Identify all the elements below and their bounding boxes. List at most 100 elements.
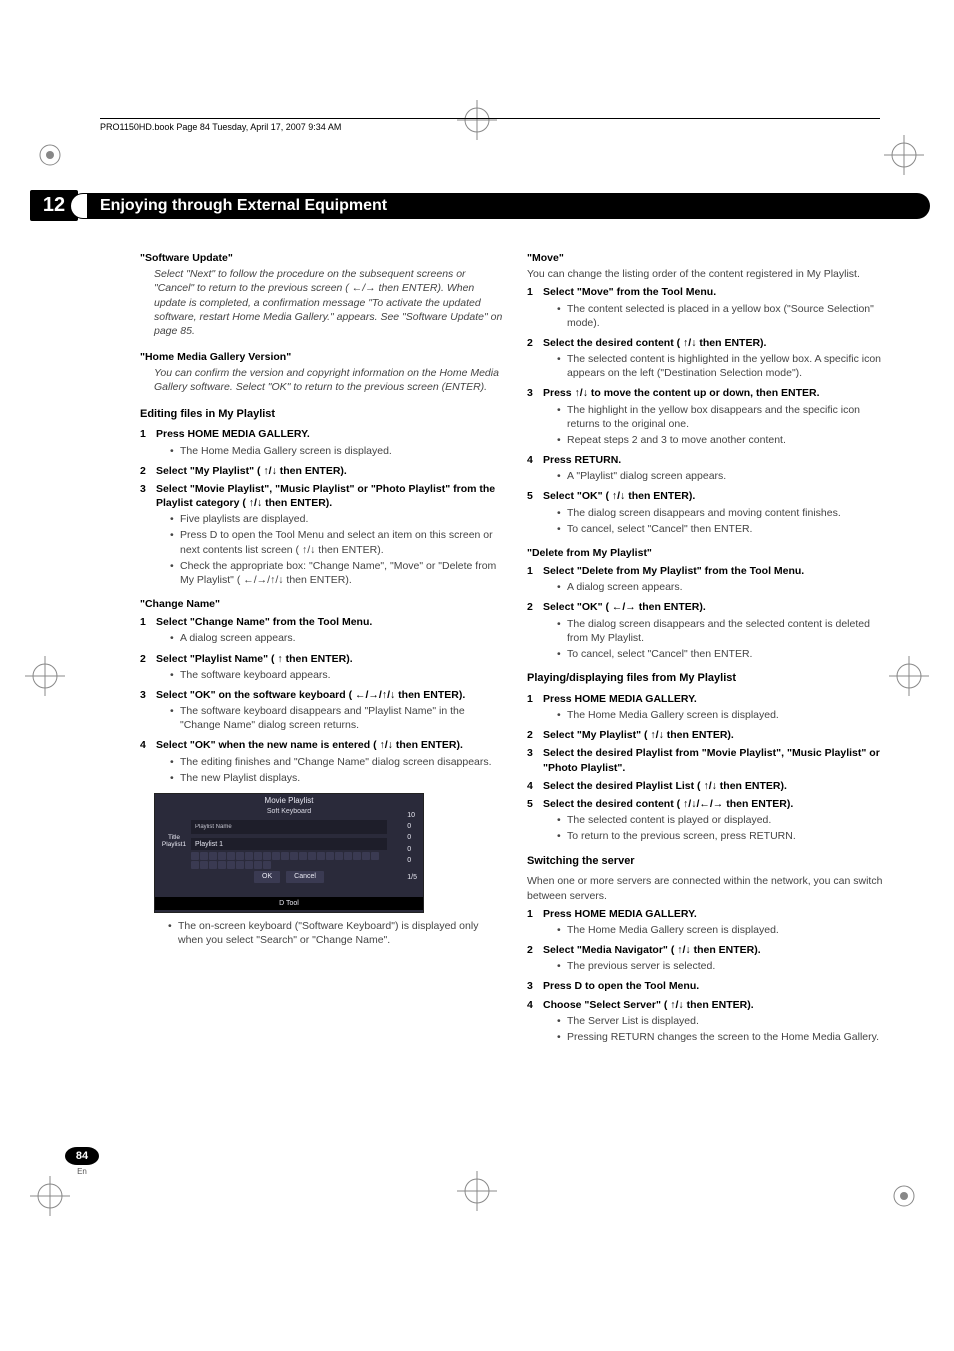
sub-bullet: The software keyboard disappears and "Pl… [170, 704, 503, 732]
step-text: Press HOME MEDIA GALLERY. [156, 427, 503, 441]
sub-bullet: The Home Media Gallery screen is display… [557, 708, 890, 722]
page-number-badge: 84 En [60, 1147, 104, 1176]
step-text: Press HOME MEDIA GALLERY. [543, 692, 890, 706]
sub-bullet: Five playlists are displayed. [170, 512, 503, 526]
step: 4Select "OK" when the new name is entere… [140, 738, 503, 752]
step: 3Select the desired Playlist from "Movie… [527, 746, 890, 774]
ui-shot-panel-label: Playlist Name [195, 823, 232, 831]
sub-bullet: The highlight in the yellow box disappea… [557, 403, 890, 431]
step-text: Select "Change Name" from the Tool Menu. [156, 615, 503, 629]
sub-bullet: The Home Media Gallery screen is display… [557, 923, 890, 937]
sub-bullet: To cancel, select "Cancel" then ENTER. [557, 522, 890, 536]
sub-bullet: Check the appropriate box: "Change Name"… [170, 559, 503, 587]
left-column: "Software Update" Select "Next" to follo… [140, 245, 503, 1050]
heading-hmg-version: "Home Media Gallery Version" [140, 350, 503, 364]
body-hmg-version: You can confirm the version and copyrigh… [140, 366, 503, 394]
soft-keyboard-screenshot: Movie Playlist Soft Keyboard Title Playl… [154, 793, 424, 913]
section-switching-title: Switching the server [527, 854, 890, 869]
sub-bullet: The editing finishes and "Change Name" d… [170, 755, 503, 769]
step-text: Select "Movie Playlist", "Music Playlist… [156, 482, 503, 510]
sub-bullet: The selected content is played or displa… [557, 813, 890, 827]
step: 2Select "My Playlist" ( ↑/↓ then ENTER). [140, 464, 503, 478]
step-text: Select "My Playlist" ( ↑/↓ then ENTER). [543, 728, 890, 742]
step: 1Press HOME MEDIA GALLERY. [527, 692, 890, 706]
heading-change-name: "Change Name" [140, 597, 503, 611]
ui-shot-cancel-button: Cancel [286, 871, 324, 882]
step: 2Select "Playlist Name" ( ↑ then ENTER). [140, 652, 503, 666]
registration-mark-icon [457, 1171, 497, 1211]
step-text: Press HOME MEDIA GALLERY. [543, 907, 890, 921]
step-text: Select the desired content ( ↑/↓/←/→ the… [543, 797, 890, 811]
body-software-update: Select "Next" to follow the procedure on… [140, 267, 503, 338]
step-text: Press ↑/↓ to move the content up or down… [543, 386, 890, 400]
sub-bullet: A dialog screen appears. [170, 631, 503, 645]
registration-mark-icon [30, 1176, 70, 1216]
registration-mark-icon [889, 656, 929, 696]
step-text: Select the desired Playlist from "Movie … [543, 746, 890, 774]
step: 1Press HOME MEDIA GALLERY. [140, 427, 503, 441]
ui-shot-title: Movie Playlist [155, 794, 423, 807]
sub-bullet: The content selected is placed in a yell… [557, 302, 890, 330]
ui-shot-keyboard [191, 852, 387, 869]
heading-delete: "Delete from My Playlist" [527, 546, 890, 560]
step: 2Select "My Playlist" ( ↑/↓ then ENTER). [527, 728, 890, 742]
ui-shot-ok-button: OK [254, 871, 280, 882]
heading-move: "Move" [527, 251, 890, 265]
sub-bullet: A "Playlist" dialog screen appears. [557, 469, 890, 483]
sub-bullet: Repeat steps 2 and 3 to move another con… [557, 433, 890, 447]
heading-software-update: "Software Update" [140, 251, 503, 265]
section-editing-title: Editing files in My Playlist [140, 407, 503, 422]
chapter-header: 12 Enjoying through External Equipment [30, 190, 930, 221]
sub-bullet: Pressing RETURN changes the screen to th… [557, 1030, 890, 1044]
sub-bullet: A dialog screen appears. [557, 580, 890, 594]
page-number: 84 [65, 1147, 99, 1165]
sub-bullet: The software keyboard appears. [170, 668, 503, 682]
step-text: Select "Move" from the Tool Menu. [543, 285, 890, 299]
step: 1Select "Delete from My Playlist" from t… [527, 564, 890, 578]
step-text: Select "Delete from My Playlist" from th… [543, 564, 890, 578]
registration-mark-icon [25, 656, 65, 696]
step-text: Select "Playlist Name" ( ↑ then ENTER). [156, 652, 503, 666]
step: 1Press HOME MEDIA GALLERY. [527, 907, 890, 921]
sub-bullet: To cancel, select "Cancel" then ENTER. [557, 647, 890, 661]
registration-mark-icon [884, 135, 924, 175]
step: 2Select "OK" ( ←/→ then ENTER). [527, 600, 890, 614]
step-text: Choose "Select Server" ( ↑/↓ then ENTER)… [543, 998, 890, 1012]
step-text: Select "OK" when the new name is entered… [156, 738, 503, 752]
step: 1Select "Change Name" from the Tool Menu… [140, 615, 503, 629]
ui-shot-value: Playlist 1 [191, 838, 387, 850]
sub-bullet: The Server List is displayed. [557, 1014, 890, 1028]
step-text: Select "OK" ( ↑/↓ then ENTER). [543, 489, 890, 503]
step: 3Press D to open the Tool Menu. [527, 979, 890, 993]
step-text: Select "Media Navigator" ( ↑/↓ then ENTE… [543, 943, 890, 957]
step: 2Select "Media Navigator" ( ↑/↓ then ENT… [527, 943, 890, 957]
ui-shot-footer: D Tool [155, 897, 423, 910]
step: 4Select the desired Playlist List ( ↑/↓ … [527, 779, 890, 793]
step-text: Select the desired Playlist List ( ↑/↓ t… [543, 779, 890, 793]
sub-bullet: The new Playlist displays. [170, 771, 503, 785]
move-intro: You can change the listing order of the … [527, 267, 890, 281]
step: 2Select the desired content ( ↑/↓ then E… [527, 336, 890, 350]
step: 1Select "Move" from the Tool Menu. [527, 285, 890, 299]
step-text: Select "OK" ( ←/→ then ENTER). [543, 600, 890, 614]
step: 3Press ↑/↓ to move the content up or dow… [527, 386, 890, 400]
step-text: Select "OK" on the software keyboard ( ←… [156, 688, 503, 702]
ui-shot-sidebar: Title Playlist1 [159, 834, 189, 848]
sub-bullet: The previous server is selected. [557, 959, 890, 973]
sub-bullet: The dialog screen disappears and the sel… [557, 617, 890, 645]
step-text: Press RETURN. [543, 453, 890, 467]
sub-bullet: The Home Media Gallery screen is display… [170, 444, 503, 458]
sub-bullet: The selected content is highlighted in t… [557, 352, 890, 380]
step: 4Press RETURN. [527, 453, 890, 467]
ui-shot-count: 10 0 0 0 0 1/5 [407, 810, 417, 883]
step-text: Select "My Playlist" ( ↑/↓ then ENTER). [156, 464, 503, 478]
step: 4Choose "Select Server" ( ↑/↓ then ENTER… [527, 998, 890, 1012]
note-after-shot: The on-screen keyboard ("Software Keyboa… [168, 919, 503, 947]
section-playing-title: Playing/displaying files from My Playlis… [527, 671, 890, 686]
topline: PRO1150HD.book Page 84 Tuesday, April 17… [100, 118, 880, 132]
ui-shot-panel: Playlist Name [191, 820, 387, 834]
registration-mark-icon [30, 135, 70, 175]
sub-bullet: Press D to open the Tool Menu and select… [170, 528, 503, 556]
step-text: Select the desired content ( ↑/↓ then EN… [543, 336, 890, 350]
step: 3Select "OK" on the software keyboard ( … [140, 688, 503, 702]
